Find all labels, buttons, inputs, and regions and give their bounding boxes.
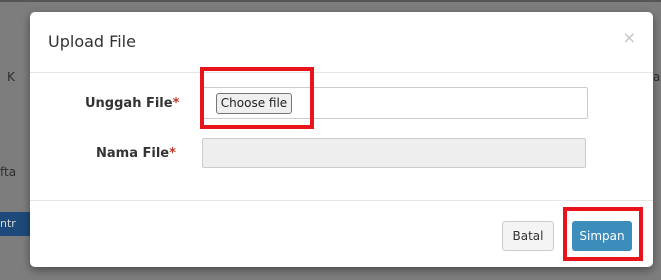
background-button-label: ntr [0, 217, 16, 230]
upload-file-modal: Upload File × Unggah File* Choose file N… [30, 12, 653, 267]
choose-file-highlight-box [200, 67, 314, 129]
file-name-label-text: Nama File [96, 146, 170, 161]
modal-header: Upload File × [30, 12, 653, 73]
cancel-button[interactable]: Batal [502, 221, 554, 251]
modal-footer-divider [30, 200, 653, 201]
modal-title: Upload File [48, 32, 136, 51]
background-text-fragment: a [653, 70, 661, 84]
background-topline [0, 0, 661, 2]
file-name-label: Nama File* [96, 146, 176, 161]
file-name-field[interactable] [202, 138, 586, 168]
background-text-fragment: K [7, 70, 15, 84]
close-icon[interactable]: × [623, 28, 636, 47]
background-text-fragment: fta [0, 165, 17, 179]
upload-file-label: Unggah File* [85, 96, 179, 111]
required-mark: * [169, 146, 176, 161]
save-button-highlight-box [563, 207, 643, 261]
upload-file-label-text: Unggah File [85, 96, 173, 111]
required-mark: * [172, 96, 180, 111]
